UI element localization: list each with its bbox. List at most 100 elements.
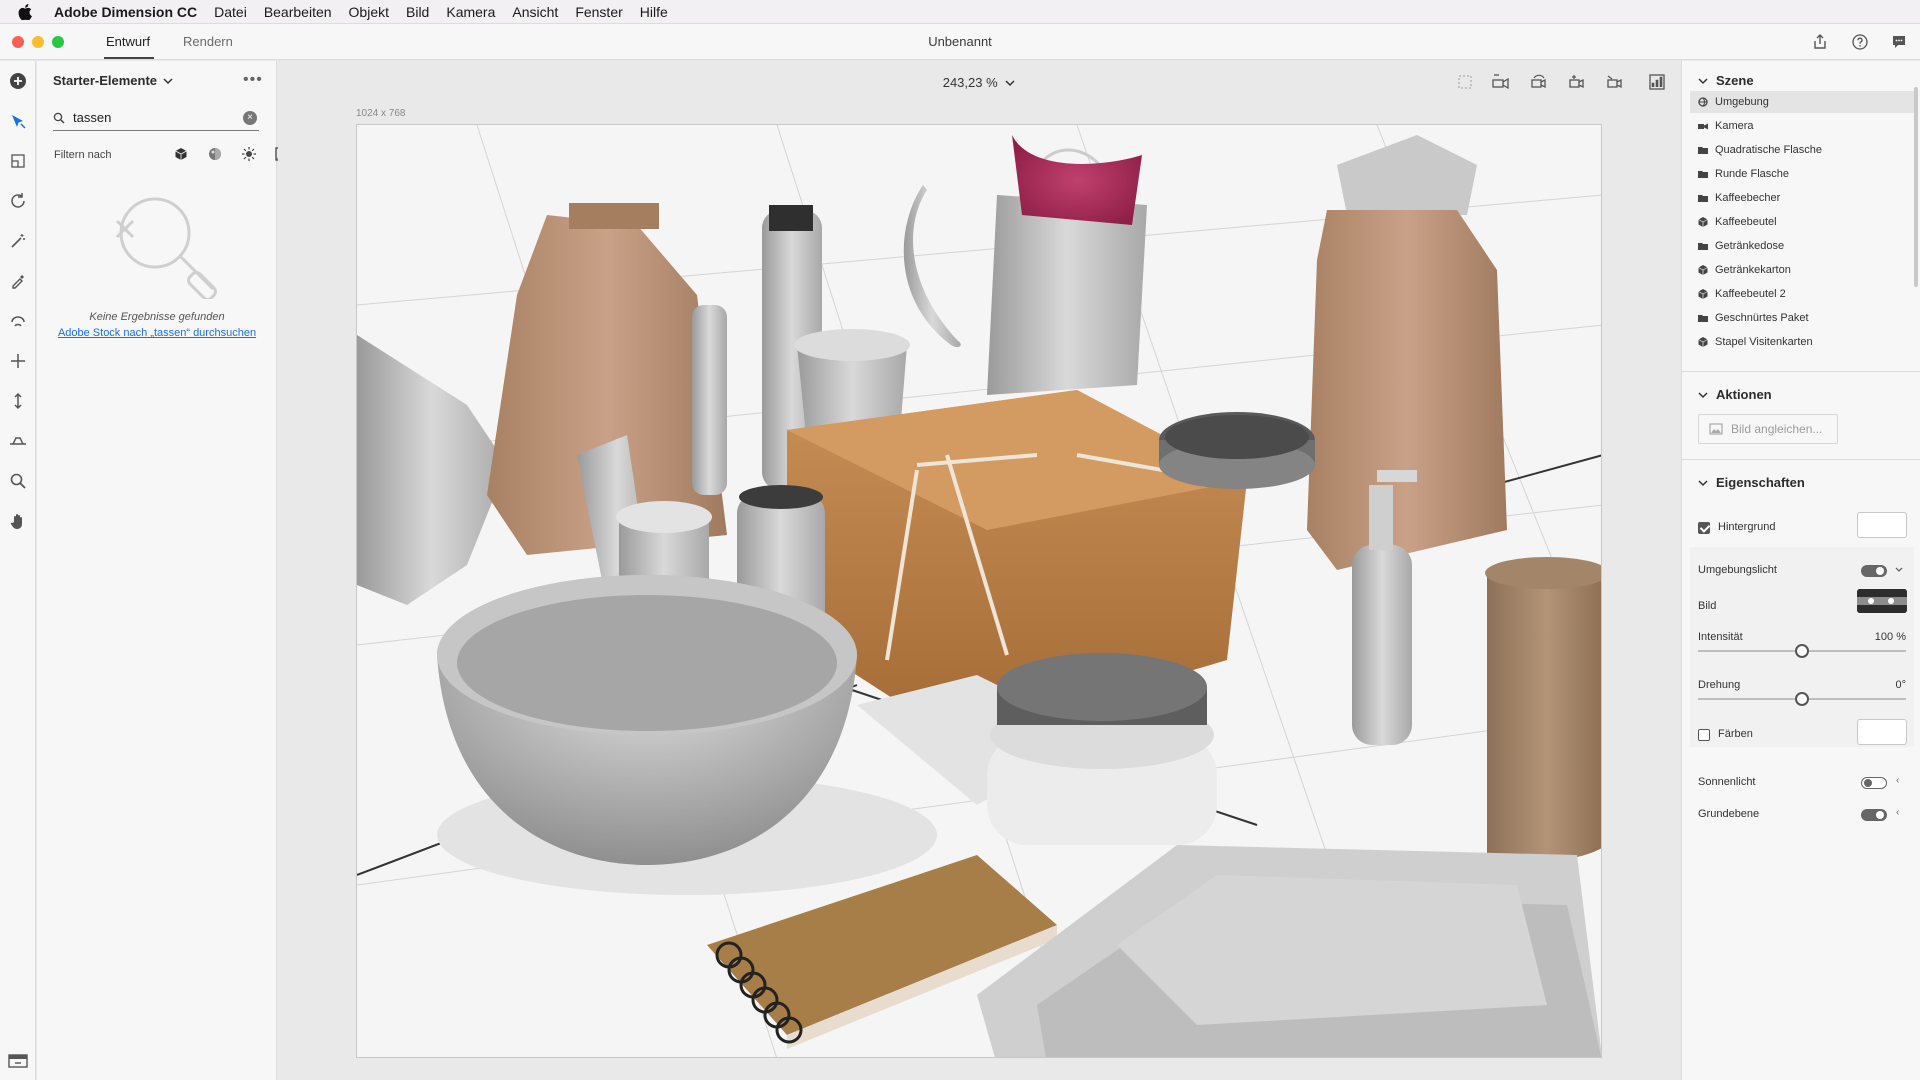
scene-item[interactable]: Kaffeebeutel 2 [1698,283,1898,305]
search-field: × [53,105,259,131]
chevron-left-icon[interactable]: ‹ [1896,807,1899,818]
folder-icon [1698,145,1708,155]
properties-title: Eigenschaften [1716,475,1805,490]
tab-render[interactable]: Rendern [183,34,233,49]
search-input[interactable] [73,110,233,125]
environment-light-toggle[interactable] [1861,565,1887,577]
panel-toggle-icon[interactable] [8,1053,28,1069]
camera-bookmark-icon[interactable] [1490,71,1512,93]
scene-section-header[interactable]: Szene [1698,73,1754,88]
filter-models-icon[interactable] [171,144,191,164]
scene-item[interactable]: Runde Flasche [1698,163,1898,185]
menu-objekt[interactable]: Objekt [349,4,389,20]
scene-item[interactable]: Getränkedose [1698,235,1898,257]
scene-item[interactable]: Quadratische Flasche [1698,139,1898,161]
no-results-message: Keine Ergebnisse gefunden [89,311,225,323]
folder-icon [1698,313,1708,323]
more-options-icon[interactable]: ••• [243,71,263,89]
model-icon [1698,265,1708,275]
rotation-label: Drehung [1698,679,1741,691]
add-content-icon[interactable] [6,69,30,93]
intensity-slider-knob[interactable] [1795,644,1809,658]
zoom-tool-icon[interactable] [6,469,30,493]
3d-viewport[interactable] [356,124,1602,1058]
image-label: Bild [1698,600,1717,612]
dolly-camera-view-icon[interactable] [1604,71,1626,93]
menu-hilfe[interactable]: Hilfe [640,4,668,20]
hand-tool-icon[interactable] [6,509,30,533]
scene-item[interactable]: Kamera [1698,115,1898,137]
close-window-button[interactable] [12,36,24,48]
background-label: Hintergrund [1718,521,1776,533]
scene-item[interactable]: Kaffeebecher [1698,187,1898,209]
help-icon[interactable] [1850,32,1870,52]
environment-image-thumbnail[interactable] [1857,589,1907,613]
scene-item-label: Kaffeebeutel [1715,216,1777,228]
document-size: 1024 x 768 [356,108,406,119]
orbit-camera-icon[interactable] [1528,71,1550,93]
background-color-swatch[interactable] [1857,512,1907,538]
scene-item[interactable]: Stapel Visitenkarten [1698,331,1898,353]
scene-item[interactable]: Geschnürtes Paket [1698,307,1898,329]
model-icon [1698,217,1708,227]
orbit-tool-icon[interactable] [6,189,30,213]
clear-search-icon[interactable]: × [243,111,257,125]
section-divider [1682,459,1920,460]
apple-icon[interactable] [18,3,32,20]
scene-item-label: Kaffeebecher [1715,192,1781,204]
tint-checkbox[interactable] [1698,729,1710,741]
properties-section-header[interactable]: Eigenschaften [1698,475,1805,490]
frame-selection-icon[interactable] [1454,71,1476,93]
chevron-down-icon [1698,77,1708,84]
sunlight-label: Sonnenlicht [1698,776,1756,788]
scene-item[interactable]: Getränkekarton [1698,259,1898,281]
chevron-down-icon [163,77,173,84]
canvas-area: 243,23 % 1024 x 768 [278,61,1680,1080]
chevron-down-icon[interactable] [1895,567,1903,573]
assets-panel: Starter-Elemente ••• × Filtern nach Kein… [37,61,291,1080]
sample-tool-icon[interactable] [6,309,30,333]
search-adobe-stock-link[interactable]: Adobe Stock nach „tassen“ durchsuchen [37,327,277,339]
magic-wand-icon[interactable] [6,229,30,253]
render-preview-icon[interactable] [1646,71,1668,93]
actions-section-header[interactable]: Aktionen [1698,387,1772,402]
eyedropper-icon[interactable] [6,269,30,293]
menu-ansicht[interactable]: Ansicht [512,4,558,20]
dolly-camera-icon[interactable] [6,389,30,413]
select-tool-icon[interactable] [6,109,30,133]
scene-item[interactable]: Umgebung [1690,91,1914,113]
pan-camera-view-icon[interactable] [1566,71,1588,93]
background-checkbox[interactable] [1698,522,1710,534]
assets-dropdown[interactable]: Starter-Elemente [53,73,173,88]
feedback-icon[interactable] [1889,32,1909,52]
filter-lights-icon[interactable] [239,144,259,164]
menu-kamera[interactable]: Kamera [446,4,495,20]
rotation-value[interactable]: 0° [1846,679,1906,691]
chevron-left-icon[interactable]: ‹ [1896,775,1899,786]
rotation-slider-knob[interactable] [1795,692,1809,706]
tint-color-swatch[interactable] [1857,719,1907,745]
horizon-tool-icon[interactable] [6,429,30,453]
share-icon[interactable] [1810,32,1830,52]
match-image-button[interactable]: Bild angleichen... [1698,414,1838,444]
sunlight-toggle[interactable] [1861,777,1887,789]
zoom-window-button[interactable] [52,36,64,48]
ground-plane-toggle[interactable] [1861,809,1887,821]
section-divider [1682,371,1920,372]
folder-icon [1698,169,1708,179]
image-icon [1709,423,1723,435]
filter-materials-icon[interactable] [205,144,225,164]
menu-datei[interactable]: Datei [214,4,247,20]
intensity-value[interactable]: 100 % [1846,631,1906,643]
menu-bearbeiten[interactable]: Bearbeiten [264,4,332,20]
scene-scrollbar[interactable] [1914,87,1918,287]
pan-camera-icon[interactable] [6,349,30,373]
scene-item[interactable]: Kaffeebeutel [1698,211,1898,233]
scene-title: Szene [1716,73,1754,88]
menu-fenster[interactable]: Fenster [575,4,622,20]
tab-design[interactable]: Entwurf [106,34,150,49]
menu-app-name[interactable]: Adobe Dimension CC [54,4,197,20]
minimize-window-button[interactable] [32,36,44,48]
menu-bild[interactable]: Bild [406,4,429,20]
magic-select-icon[interactable] [6,149,30,173]
